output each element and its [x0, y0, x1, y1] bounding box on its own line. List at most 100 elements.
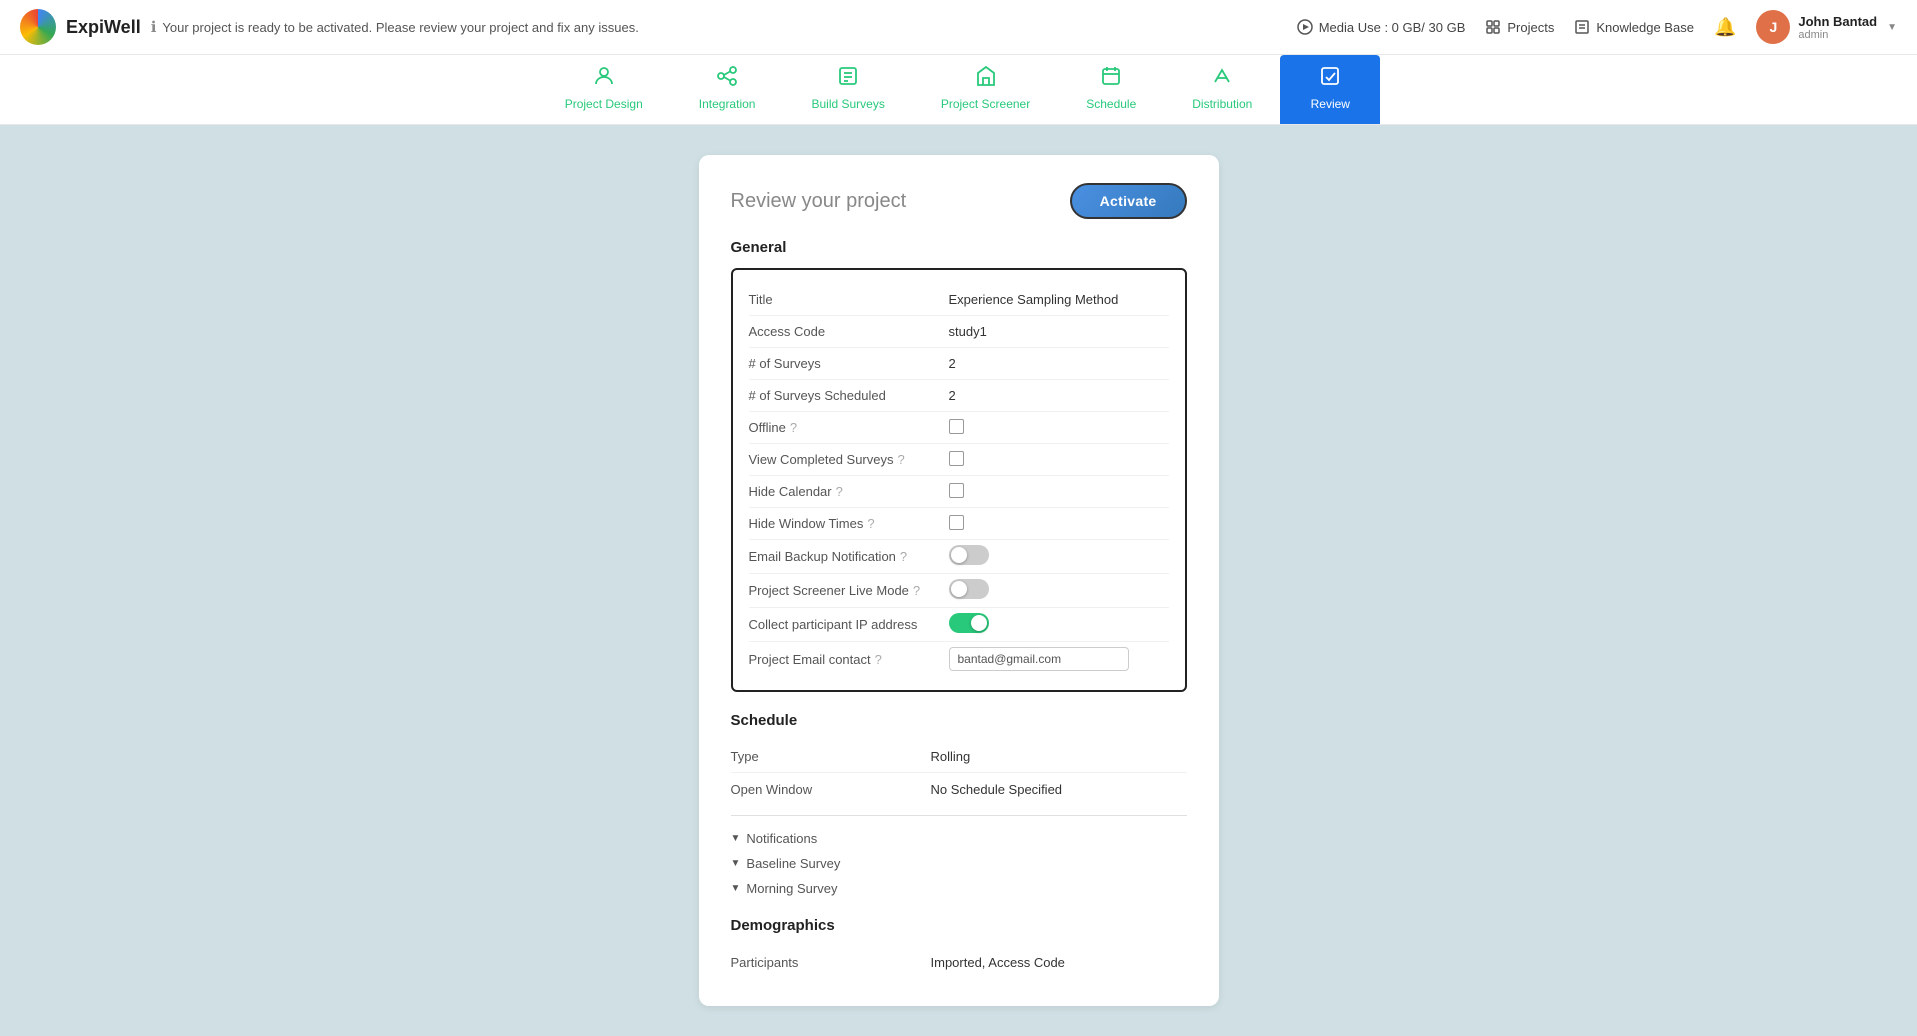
- email-backup-help-icon[interactable]: ?: [900, 549, 907, 564]
- field-surveys-scheduled: # of Surveys Scheduled 2: [749, 380, 1169, 412]
- user-role: admin: [1798, 29, 1877, 41]
- field-email-contact-label: Project Email contact ?: [749, 652, 949, 667]
- field-num-surveys-value: 2: [949, 356, 1169, 371]
- screener-live-help-icon[interactable]: ?: [913, 583, 920, 598]
- tab-review[interactable]: Review: [1280, 55, 1380, 124]
- projects-label: Projects: [1507, 20, 1554, 35]
- field-screener-live-mode: Project Screener Live Mode ?: [749, 574, 1169, 608]
- notifications-label: Notifications: [746, 831, 817, 846]
- tab-project-screener[interactable]: Project Screener: [913, 55, 1058, 124]
- field-open-window-label: Open Window: [731, 782, 931, 797]
- offline-checkbox[interactable]: [949, 419, 964, 434]
- expiwell-logo: [20, 9, 56, 45]
- field-collect-ip-label: Collect participant IP address: [749, 617, 949, 632]
- notifications-collapsible[interactable]: ▼ Notifications: [731, 826, 1187, 851]
- media-use-label: Media Use : 0 GB/ 30 GB: [1319, 20, 1466, 35]
- field-offline-label: Offline ?: [749, 420, 949, 435]
- project-screener-icon: [975, 65, 997, 93]
- field-hide-window-times: Hide Window Times ?: [749, 508, 1169, 540]
- user-name: John Bantad: [1798, 14, 1877, 29]
- schedule-section: Schedule Type Rolling Open Window No Sch…: [731, 712, 1187, 901]
- tab-build-surveys[interactable]: Build Surveys: [783, 55, 912, 124]
- project-design-label: Project Design: [565, 97, 643, 111]
- notifications-chevron-icon: ▼: [731, 833, 741, 844]
- integration-icon: [716, 65, 738, 93]
- schedule-label: Schedule: [1086, 97, 1136, 111]
- hide-window-times-help-icon[interactable]: ?: [867, 516, 874, 531]
- user-info[interactable]: J John Bantad admin ▼: [1756, 10, 1897, 44]
- brand-name: ExpiWell: [66, 17, 141, 38]
- collect-ip-toggle[interactable]: [949, 613, 989, 633]
- knowledge-base-link[interactable]: Knowledge Base: [1574, 19, 1694, 35]
- projects-icon: [1485, 19, 1501, 35]
- hide-window-times-checkbox[interactable]: [949, 515, 964, 530]
- field-num-surveys-label: # of Surveys: [749, 356, 949, 371]
- chevron-down-icon: ▼: [1887, 22, 1897, 33]
- field-email-backup-label: Email Backup Notification ?: [749, 549, 949, 564]
- field-participants-value: Imported, Access Code: [931, 955, 1187, 970]
- field-view-completed-value: [949, 451, 1169, 469]
- project-design-icon: [593, 65, 615, 93]
- morning-chevron-icon: ▼: [731, 883, 741, 894]
- main-content: Review your project Activate General Tit…: [0, 125, 1917, 1036]
- knowledge-base-icon: [1574, 19, 1590, 35]
- user-name-block: John Bantad admin: [1798, 14, 1877, 41]
- project-screener-label: Project Screener: [941, 97, 1030, 111]
- email-contact-help-icon[interactable]: ?: [875, 652, 882, 667]
- schedule-section-title: Schedule: [731, 712, 1187, 729]
- hide-calendar-help-icon[interactable]: ?: [836, 484, 843, 499]
- baseline-chevron-icon: ▼: [731, 858, 741, 869]
- field-title: Title Experience Sampling Method: [749, 284, 1169, 316]
- integration-label: Integration: [699, 97, 756, 111]
- view-completed-help-icon[interactable]: ?: [898, 452, 905, 467]
- topbar: ExpiWell ℹ Your project is ready to be a…: [0, 0, 1917, 55]
- field-email-backup-value: [949, 545, 1169, 568]
- field-email-contact: Project Email contact ?: [749, 642, 1169, 676]
- projects-link[interactable]: Projects: [1485, 19, 1554, 35]
- field-open-window-value: No Schedule Specified: [931, 782, 1187, 797]
- info-icon: ℹ: [151, 18, 157, 36]
- field-screener-live-mode-value: [949, 579, 1169, 602]
- email-backup-toggle[interactable]: [949, 545, 989, 565]
- field-hide-window-times-value: [949, 515, 1169, 533]
- knowledge-base-label: Knowledge Base: [1596, 20, 1694, 35]
- schedule-fields: Type Rolling Open Window No Schedule Spe…: [731, 741, 1187, 816]
- field-offline-value: [949, 419, 1169, 437]
- field-schedule-type-value: Rolling: [931, 749, 1187, 764]
- email-contact-input[interactable]: [949, 647, 1129, 671]
- media-use-link[interactable]: Media Use : 0 GB/ 30 GB: [1297, 19, 1466, 35]
- notice-text: Your project is ready to be activated. P…: [162, 20, 638, 35]
- review-header: Review your project Activate: [731, 183, 1187, 219]
- bell-icon[interactable]: 🔔: [1714, 17, 1736, 38]
- topbar-right: Media Use : 0 GB/ 30 GB Projects Knowled…: [1297, 10, 1897, 44]
- field-email-backup: Email Backup Notification ?: [749, 540, 1169, 574]
- tab-project-design[interactable]: Project Design: [537, 55, 671, 124]
- offline-help-icon[interactable]: ?: [790, 420, 797, 435]
- tab-integration[interactable]: Integration: [671, 55, 784, 124]
- distribution-icon: [1211, 65, 1233, 93]
- field-participants-label: Participants: [731, 955, 931, 970]
- field-title-label: Title: [749, 292, 949, 307]
- field-access-code: Access Code study1: [749, 316, 1169, 348]
- hide-calendar-checkbox[interactable]: [949, 483, 964, 498]
- distribution-label: Distribution: [1192, 97, 1252, 111]
- morning-survey-collapsible[interactable]: ▼ Morning Survey: [731, 876, 1187, 901]
- screener-live-toggle[interactable]: [949, 579, 989, 599]
- tab-schedule[interactable]: Schedule: [1058, 55, 1164, 124]
- review-card: Review your project Activate General Tit…: [699, 155, 1219, 1006]
- review-icon: [1319, 65, 1341, 93]
- activate-button[interactable]: Activate: [1070, 183, 1187, 219]
- field-hide-window-times-label: Hide Window Times ?: [749, 516, 949, 531]
- baseline-survey-label: Baseline Survey: [746, 856, 840, 871]
- baseline-survey-collapsible[interactable]: ▼ Baseline Survey: [731, 851, 1187, 876]
- field-view-completed-label: View Completed Surveys ?: [749, 452, 949, 467]
- field-surveys-scheduled-label: # of Surveys Scheduled: [749, 388, 949, 403]
- view-completed-checkbox[interactable]: [949, 451, 964, 466]
- field-email-contact-value: [949, 647, 1169, 671]
- field-offline: Offline ?: [749, 412, 1169, 444]
- tab-distribution[interactable]: Distribution: [1164, 55, 1280, 124]
- field-hide-calendar-value: [949, 483, 1169, 501]
- topbar-notice: ℹ Your project is ready to be activated.…: [151, 18, 639, 36]
- field-hide-calendar-label: Hide Calendar ?: [749, 484, 949, 499]
- morning-survey-label: Morning Survey: [746, 881, 837, 896]
